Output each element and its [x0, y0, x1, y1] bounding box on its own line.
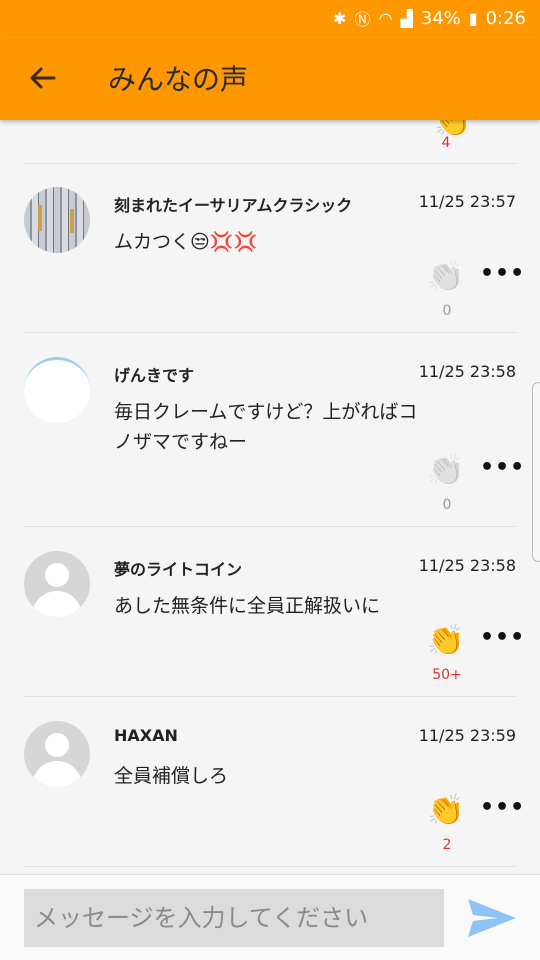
- avatar[interactable]: [24, 551, 90, 617]
- signal-icon: ▟: [400, 8, 413, 28]
- clapping-hands-icon[interactable]: 👏: [426, 623, 466, 659]
- comment-text: 全員補償しろ: [114, 765, 229, 787]
- comment-text: 毎日クレームですけど？上がればコノザマですねー: [114, 401, 418, 453]
- nfc-icon: Ⓝ: [354, 10, 371, 29]
- avatar[interactable]: [24, 187, 90, 253]
- clock: 0:26: [485, 7, 526, 29]
- more-horizontal-icon[interactable]: •••: [480, 795, 525, 820]
- username[interactable]: げんきです: [114, 362, 194, 386]
- timestamp: 11/25 23:59: [418, 726, 516, 745]
- battery-icon: ▮: [468, 8, 478, 28]
- more-horizontal-icon[interactable]: •••: [480, 625, 525, 650]
- username[interactable]: 刻まれたイーサリアムクラシック: [114, 192, 352, 216]
- clapping-hands-icon[interactable]: 👏: [426, 453, 466, 489]
- status-bar: ✱ Ⓝ ◠ ▟ 34% ▮ 0:26: [0, 0, 540, 36]
- list-item-partial: 👏 4: [24, 120, 516, 164]
- avatar[interactable]: [24, 357, 90, 423]
- clap-count: 0: [442, 303, 452, 319]
- clapping-hands-icon[interactable]: 👏: [426, 259, 466, 295]
- timestamp: 11/25 23:57: [418, 192, 516, 211]
- clapping-hands-icon[interactable]: 👏: [426, 793, 466, 829]
- more-horizontal-icon[interactable]: •••: [480, 455, 525, 480]
- wifi-icon: ◠: [378, 8, 393, 28]
- send-button[interactable]: [466, 895, 518, 941]
- timestamp: 11/25 23:58: [418, 556, 516, 575]
- clap-count: 50+: [432, 667, 462, 683]
- more-horizontal-icon[interactable]: •••: [480, 261, 525, 286]
- comment-list[interactable]: 👏 4 刻まれたイーサリアムクラシック 11/25 23:57 ムカつく😒💢💢 …: [0, 120, 540, 874]
- clap-count: 2: [442, 837, 452, 853]
- list-item: HAXAN 11/25 23:59 全員補償しろ 👏 2 •••: [0, 697, 540, 867]
- clap-count: 4: [441, 135, 451, 151]
- page-title: みんなの声: [108, 63, 249, 96]
- bluetooth-icon: ✱: [333, 8, 347, 28]
- list-item: 夢のライトコイン 11/25 23:58 あした無条件に全員正解扱いに 👏 50…: [0, 527, 540, 697]
- list-item: 刻まれたイーサリアムクラシック 11/25 23:57 ムカつく😒💢💢 👏 0 …: [0, 163, 540, 333]
- clap-count: 0: [442, 497, 452, 513]
- username[interactable]: HAXAN: [114, 726, 178, 745]
- scroll-handle[interactable]: [532, 382, 540, 562]
- composer-bar: [0, 874, 540, 960]
- list-item: げんきです 11/25 23:58 毎日クレームですけど？上がればコノザマですね…: [0, 333, 540, 527]
- username[interactable]: 夢のライトコイン: [114, 556, 242, 580]
- timestamp: 11/25 23:58: [418, 362, 516, 381]
- app-bar: みんなの声: [0, 36, 540, 120]
- comment-text: あした無条件に全員正解扱いに: [114, 595, 381, 617]
- send-icon: [468, 899, 516, 937]
- battery-level: 34%: [420, 7, 461, 29]
- back-button[interactable]: [0, 36, 84, 120]
- comment-text: ムカつく😒💢💢: [114, 231, 258, 253]
- arrow-left-icon: [30, 67, 56, 89]
- avatar[interactable]: [24, 721, 90, 787]
- message-input[interactable]: [24, 889, 444, 947]
